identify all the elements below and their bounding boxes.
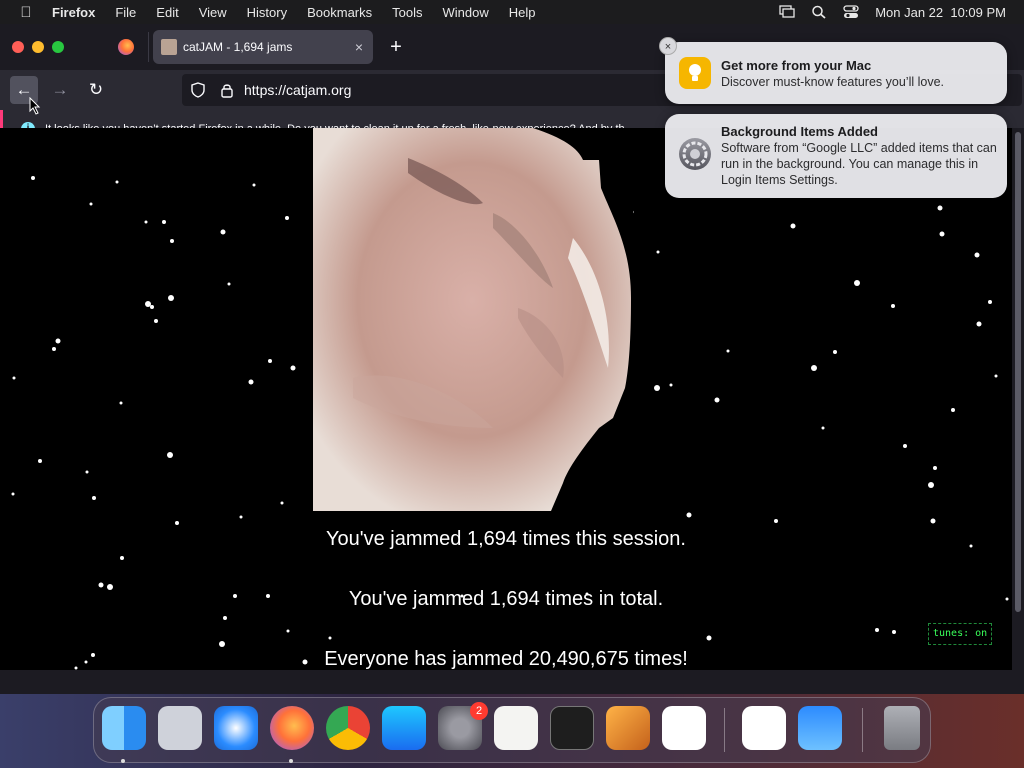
gear-icon — [679, 138, 711, 170]
tab-separator — [148, 32, 149, 62]
tab-catjam[interactable]: catJAM - 1,694 jams × — [153, 30, 373, 64]
tab-close-button[interactable]: × — [349, 39, 369, 55]
notification-background-items[interactable]: Background Items Added Software from “Go… — [665, 114, 1007, 198]
dock-separator — [862, 708, 863, 752]
vscode-icon[interactable] — [662, 706, 706, 750]
firefox-running-indicator — [289, 759, 293, 763]
menu-tools[interactable]: Tools — [392, 5, 422, 20]
total-jam-counter: You've jammed 1,694 times in total. — [348, 588, 664, 610]
lightbulb-icon — [679, 57, 711, 89]
catjam-favicon-icon — [161, 39, 177, 55]
app-store-icon[interactable] — [382, 706, 426, 750]
url-input[interactable] — [244, 82, 644, 98]
firefox-view-icon[interactable] — [118, 39, 134, 55]
tab-title: catJAM - 1,694 jams — [183, 40, 293, 54]
notification-get-more-from-mac[interactable]: Get more from your Mac Discover must-kno… — [665, 42, 1007, 104]
finder-running-indicator — [121, 759, 125, 763]
scrollbar-thumb[interactable] — [1015, 132, 1021, 612]
page-content: You've jammed 1,694 times this session. … — [0, 128, 1012, 670]
notification-close-button[interactable]: × — [659, 37, 677, 55]
spotlight-search-icon[interactable] — [811, 5, 827, 19]
safari-icon[interactable] — [214, 706, 258, 750]
window-zoom-button[interactable] — [52, 41, 64, 53]
notification-body: Software from “Google LLC” added items t… — [721, 141, 997, 187]
menubar-clock[interactable]: Mon Jan 22 10:09 PM — [875, 5, 1006, 20]
screen-mirroring-icon[interactable] — [779, 5, 795, 19]
menu-help[interactable]: Help — [509, 5, 536, 20]
menu-history[interactable]: History — [247, 5, 287, 20]
chrome-icon[interactable] — [326, 706, 370, 750]
menu-bookmarks[interactable]: Bookmarks — [307, 5, 372, 20]
system-settings-badge: 2 — [470, 702, 488, 720]
global-jam-counter: Everyone has jammed 20,490,675 times! — [324, 648, 688, 670]
menu-window[interactable]: Window — [443, 5, 489, 20]
catjam-image[interactable] — [313, 128, 633, 511]
window-minimize-button[interactable] — [32, 41, 44, 53]
notification-title: Background Items Added — [721, 124, 878, 139]
apple-icon[interactable]:  — [18, 4, 34, 21]
menu-firefox[interactable]: Firefox — [52, 5, 95, 20]
control-center-icon[interactable] — [843, 5, 859, 19]
forward-button[interactable]: → — [46, 76, 74, 104]
trash-icon[interactable] — [884, 706, 920, 750]
menu-view[interactable]: View — [199, 5, 227, 20]
menu-bar:  Firefox File Edit View History Bookmar… — [0, 0, 1024, 24]
mouse-cursor — [29, 97, 41, 115]
menu-file[interactable]: File — [115, 5, 136, 20]
session-jam-counter: You've jammed 1,694 times this session. — [326, 528, 686, 550]
finder-icon[interactable] — [102, 706, 146, 750]
reload-button[interactable]: ↻ — [82, 76, 110, 104]
visual-studio-icon[interactable] — [742, 706, 786, 750]
dock-separator — [724, 708, 725, 752]
notification-title: Get more from your Mac — [721, 58, 872, 73]
lock-icon[interactable] — [220, 82, 234, 98]
new-tab-button[interactable]: + — [385, 34, 407, 60]
firefox-icon[interactable] — [270, 706, 314, 750]
terminal-icon[interactable] — [550, 706, 594, 750]
tunes-toggle[interactable]: tunes: on — [928, 623, 993, 645]
page-scrollbar[interactable] — [1012, 128, 1024, 670]
launchpad-icon[interactable] — [158, 706, 202, 750]
tracking-protection-shield-icon[interactable] — [190, 82, 206, 98]
textedit-icon[interactable] — [494, 706, 538, 750]
menu-edit[interactable]: Edit — [156, 5, 178, 20]
garageband-icon[interactable] — [606, 706, 650, 750]
weather-icon[interactable] — [798, 706, 842, 750]
window-close-button[interactable] — [12, 41, 24, 53]
dock — [93, 697, 931, 763]
notification-body: Discover must-know features you’ll love. — [721, 75, 944, 89]
